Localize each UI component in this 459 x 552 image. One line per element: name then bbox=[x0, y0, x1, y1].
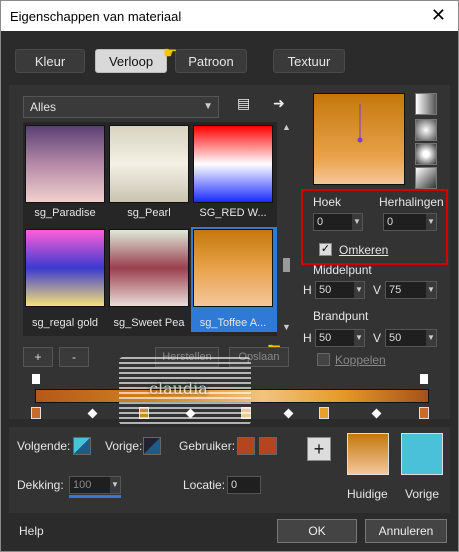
spinner-icon[interactable]: ▼ bbox=[110, 477, 120, 493]
user-color-swatch[interactable] bbox=[259, 437, 277, 455]
mid-h-input[interactable]: 50 ▼ bbox=[315, 281, 365, 299]
opacity-stop-start[interactable] bbox=[31, 373, 41, 385]
locatie-label: Locatie: bbox=[183, 478, 226, 492]
gradient-label: sg_Pearl bbox=[127, 207, 171, 219]
scrollbar-thumb[interactable] bbox=[283, 258, 290, 272]
bp-v-value: 50 bbox=[389, 332, 402, 344]
title-bar: Eigenschappen van materiaal ✕ bbox=[1, 1, 458, 31]
tab-verloop[interactable]: Verloop bbox=[95, 49, 167, 73]
spinner-icon[interactable]: ▼ bbox=[354, 330, 364, 346]
koppelen-label: Koppelen bbox=[335, 353, 386, 367]
user-color-swatch[interactable] bbox=[237, 437, 255, 455]
mid-v-value: 75 bbox=[389, 284, 402, 296]
ok-button[interactable]: OK bbox=[277, 519, 357, 543]
gradient-swatch[interactable] bbox=[109, 229, 189, 307]
volgende-label: Volgende: bbox=[17, 439, 71, 453]
hoek-label: Hoek bbox=[313, 195, 342, 209]
herhalingen-input[interactable]: 0 ▼ bbox=[383, 213, 437, 231]
herhalingen-value: 0 bbox=[387, 216, 394, 228]
tab-kleur[interactable]: Kleur bbox=[15, 49, 85, 73]
material-properties-dialog: Eigenschappen van materiaal ✕ Kleur Verl… bbox=[0, 0, 459, 552]
gradient-swatch-selected[interactable] bbox=[193, 229, 273, 307]
gradient-label: sg_Sweet Pea bbox=[113, 317, 185, 329]
gradient-swatch[interactable] bbox=[25, 229, 105, 307]
spinner-icon[interactable]: ▼ bbox=[426, 330, 436, 346]
bp-v-input[interactable]: 50 ▼ bbox=[385, 329, 437, 347]
gradient-label: sg_Paradise bbox=[34, 207, 96, 219]
remove-gradient-button[interactable]: - bbox=[59, 347, 89, 367]
locatie-input[interactable]: 0 bbox=[227, 476, 261, 494]
mid-v-input[interactable]: 75 ▼ bbox=[385, 281, 437, 299]
dekking-input[interactable]: 100 ▼ bbox=[69, 476, 121, 494]
bp-v-label: V bbox=[373, 331, 382, 345]
gebruiker-label: Gebruiker: bbox=[179, 439, 236, 453]
mid-h-value: 50 bbox=[319, 284, 332, 296]
linear-style-icon[interactable] bbox=[415, 93, 437, 115]
gradient-swatch[interactable] bbox=[193, 125, 273, 203]
spinner-icon[interactable]: ▼ bbox=[426, 214, 436, 230]
gradient-swatch[interactable] bbox=[109, 125, 189, 203]
spinner-icon[interactable]: ▼ bbox=[426, 282, 436, 298]
hoek-input[interactable]: 0 ▼ bbox=[313, 213, 363, 231]
color-stop[interactable] bbox=[319, 407, 329, 419]
rectangular-style-icon[interactable] bbox=[415, 119, 437, 141]
bp-h-label: H bbox=[303, 331, 312, 345]
huidige-label: Huidige bbox=[347, 487, 388, 501]
chevron-down-icon: ▼ bbox=[203, 101, 213, 112]
tab-patroon[interactable]: Patroon bbox=[175, 49, 247, 73]
category-dropdown[interactable]: Alles ▼ bbox=[23, 96, 219, 118]
current-color-swatch[interactable] bbox=[347, 433, 389, 475]
add-stop-button[interactable]: + bbox=[307, 437, 331, 461]
color-stop[interactable] bbox=[31, 407, 41, 419]
gradient-label: sg_Toffee A... bbox=[199, 317, 267, 329]
chevron-down-icon[interactable]: ▼ bbox=[282, 322, 291, 332]
dekking-slider[interactable] bbox=[69, 495, 121, 498]
add-gradient-button[interactable]: + bbox=[23, 347, 53, 367]
mid-h-label: H bbox=[303, 283, 312, 297]
background-swatch[interactable] bbox=[143, 437, 161, 455]
chevron-up-icon[interactable]: ▲ bbox=[282, 122, 291, 132]
arrow-right-icon[interactable]: ➜ bbox=[273, 95, 285, 112]
pointer-hand-icon: ☛ bbox=[163, 45, 178, 62]
dekking-label: Dekking: bbox=[17, 478, 64, 492]
spinner-icon[interactable]: ▼ bbox=[352, 214, 362, 230]
herhalingen-label: Herhalingen bbox=[379, 195, 444, 209]
watermark: claudia bbox=[119, 357, 251, 425]
help-link[interactable]: Help bbox=[19, 524, 44, 538]
foreground-swatch[interactable] bbox=[73, 437, 91, 455]
middelpunt-label: Middelpunt bbox=[313, 263, 372, 277]
spinner-icon[interactable]: ▼ bbox=[354, 282, 364, 298]
tab-bar: Kleur Verloop Patroon Textuur bbox=[1, 49, 458, 75]
angle-handle-icon bbox=[357, 104, 363, 143]
hoek-value: 0 bbox=[317, 216, 324, 228]
opacity-stop-end[interactable] bbox=[419, 373, 429, 385]
window-title: Eigenschappen van materiaal bbox=[10, 9, 182, 24]
browse-icon[interactable]: ▤ bbox=[237, 95, 250, 112]
category-dropdown-value: Alles bbox=[30, 100, 57, 114]
brandpunt-label: Brandpunt bbox=[313, 309, 369, 323]
radial-style-icon[interactable] bbox=[415, 143, 437, 165]
dekking-value: 100 bbox=[73, 479, 92, 491]
previous-color-swatch[interactable] bbox=[401, 433, 443, 475]
gradient-preview[interactable] bbox=[313, 93, 405, 185]
mid-v-label: V bbox=[373, 283, 382, 297]
gradient-label: SG_RED W... bbox=[199, 207, 267, 219]
sunburst-style-icon[interactable] bbox=[415, 167, 437, 189]
bp-h-value: 50 bbox=[319, 332, 332, 344]
cancel-button[interactable]: Annuleren bbox=[365, 519, 447, 543]
locatie-value: 0 bbox=[231, 479, 238, 491]
bp-h-input[interactable]: 50 ▼ bbox=[315, 329, 365, 347]
gradient-swatch[interactable] bbox=[25, 125, 105, 203]
close-icon[interactable]: ✕ bbox=[431, 5, 446, 26]
gradient-label: sg_regal gold bbox=[31, 317, 99, 329]
library-scrollbar[interactable]: ▲ ▼ bbox=[280, 122, 293, 336]
omkeren-label: Omkeren bbox=[339, 243, 389, 257]
watermark-text: claudia bbox=[149, 379, 208, 398]
tab-textuur[interactable]: Textuur bbox=[273, 49, 345, 73]
color-stop[interactable] bbox=[419, 407, 429, 419]
vorige-label: Vorige: bbox=[105, 439, 143, 453]
koppelen-checkbox[interactable] bbox=[317, 353, 330, 366]
omkeren-checkbox[interactable]: ✓ bbox=[319, 243, 332, 256]
vorige-swatch-label: Vorige bbox=[405, 487, 440, 501]
